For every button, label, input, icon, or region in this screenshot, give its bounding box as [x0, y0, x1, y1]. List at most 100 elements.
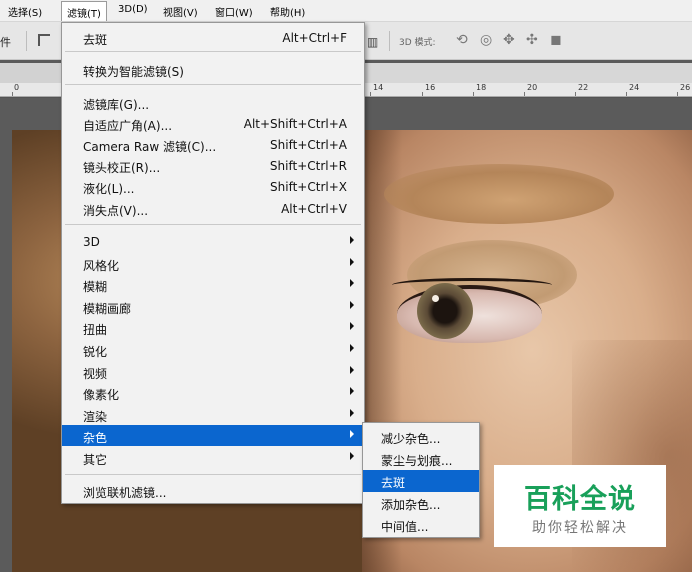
menu-item-shortcut: Alt+Ctrl+F: [282, 31, 347, 45]
menu-item-label: Camera Raw 滤镜(C)...: [83, 140, 217, 154]
submenu-item-label: 去斑: [381, 476, 406, 490]
menu-item-shortcut: Alt+Shift+Ctrl+A: [243, 117, 347, 131]
menu-item-label: 渲染: [83, 410, 108, 424]
ruler-tick: [370, 92, 371, 96]
eyelashes: [392, 278, 552, 292]
menu-item-adaptive-wide-angle[interactable]: 自适应广角(A)... Alt+Shift+Ctrl+A: [62, 113, 364, 134]
menu-item-vanishing-point[interactable]: 消失点(V)... Alt+Ctrl+V: [62, 198, 364, 219]
menu-item-last-filter[interactable]: 去斑 Alt+Ctrl+F: [62, 27, 364, 48]
menu-item-label: 消失点(V)...: [83, 204, 149, 218]
menu-item-lens-correction[interactable]: 镜头校正(R)... Shift+Ctrl+R: [62, 155, 364, 176]
submenu-item-label: 减少杂色...: [381, 432, 441, 446]
menu-item-sharpen[interactable]: 锐化: [62, 339, 364, 360]
align-top-icon[interactable]: [38, 34, 50, 46]
submenu-arrow-icon: [350, 452, 354, 460]
menu-item-convert-smart-filter[interactable]: 转换为智能滤镜(S): [62, 59, 364, 80]
pan-icon[interactable]: ✥: [503, 32, 515, 48]
menu-item-label: 镜头校正(R)...: [83, 161, 161, 175]
menu-item-video[interactable]: 视频: [62, 361, 364, 382]
menu-item-shortcut: Shift+Ctrl+X: [270, 180, 347, 194]
menu-item-shortcut: Shift+Ctrl+R: [269, 159, 347, 173]
menu-item-label: 滤镜库(G)...: [83, 98, 150, 112]
menu-divider: [65, 51, 361, 52]
menu-item-stylize[interactable]: 风格化: [62, 253, 364, 274]
menu-item-distort[interactable]: 扭曲: [62, 317, 364, 338]
options-separator: [26, 31, 27, 51]
slide-icon[interactable]: ✣: [526, 32, 538, 48]
menu-filter[interactable]: 滤镜(T): [61, 1, 107, 21]
menu-bar: 选择(S) 滤镜(T) 3D(D) 视图(V) 窗口(W) 帮助(H): [0, 0, 692, 22]
menu-item-label: 3D: [83, 235, 100, 249]
menu-divider: [65, 224, 361, 225]
filter-menu: 去斑 Alt+Ctrl+F 转换为智能滤镜(S) 滤镜库(G)... 自适应广角…: [61, 22, 365, 504]
menu-select[interactable]: 选择(S): [8, 4, 42, 19]
menu-item-browse-online-filters[interactable]: 浏览联机滤镜...: [62, 480, 364, 501]
menu-item-label: 锐化: [83, 345, 108, 359]
ruler-tick: [677, 92, 678, 96]
menu-item-3d[interactable]: 3D: [62, 231, 364, 252]
ruler-number: 18: [476, 83, 487, 92]
noise-submenu: 减少杂色... 蒙尘与划痕... 去斑 添加杂色... 中间值...: [362, 422, 480, 538]
menu-item-label: 模糊: [83, 280, 108, 294]
menu-item-label: 像素化: [83, 388, 120, 402]
ruler-number: 14: [373, 83, 384, 92]
submenu-arrow-icon: [350, 301, 354, 309]
grid-icon[interactable]: ▥: [367, 35, 378, 49]
menu-divider: [65, 84, 361, 85]
eye-glint: [432, 295, 439, 302]
menu-3d[interactable]: 3D(D): [118, 4, 148, 15]
ruler-tick: [473, 92, 474, 96]
submenu-item-median[interactable]: 中间值...: [363, 514, 479, 536]
menu-item-label: 扭曲: [83, 323, 108, 337]
submenu-item-label: 中间值...: [381, 520, 429, 534]
submenu-arrow-icon: [350, 344, 354, 352]
eyebrow-area: [384, 164, 614, 224]
submenu-arrow-icon: [350, 366, 354, 374]
watermark-title: 百科全说: [524, 484, 636, 515]
submenu-arrow-icon: [350, 322, 354, 330]
menu-item-render[interactable]: 渲染: [62, 404, 364, 425]
menu-item-label: 杂色: [83, 431, 108, 445]
options-file-label: 件: [0, 36, 11, 49]
menu-item-filter-gallery[interactable]: 滤镜库(G)...: [62, 92, 364, 113]
menu-item-label: 风格化: [83, 259, 120, 273]
submenu-item-reduce-noise[interactable]: 减少杂色...: [363, 426, 479, 448]
ruler-tick: [422, 92, 423, 96]
menu-item-shortcut: Alt+Ctrl+V: [281, 202, 347, 216]
document-tab-area: [368, 63, 692, 83]
ruler-number: 26: [680, 83, 691, 92]
roll-icon[interactable]: ◎: [480, 32, 492, 48]
menu-item-blur-gallery[interactable]: 模糊画廊: [62, 296, 364, 317]
submenu-item-label: 蒙尘与划痕...: [381, 454, 453, 468]
menu-item-label: 去斑: [83, 33, 108, 47]
menu-item-pixelate[interactable]: 像素化: [62, 382, 364, 403]
ruler-number: 20: [527, 83, 538, 92]
camera-icon[interactable]: ◼: [550, 32, 562, 48]
menu-item-label: 其它: [83, 453, 108, 467]
menu-view[interactable]: 视图(V): [163, 4, 198, 19]
submenu-arrow-icon: [350, 236, 354, 244]
submenu-item-despeckle[interactable]: 去斑: [363, 470, 479, 492]
ruler-number: 0: [14, 83, 20, 92]
submenu-arrow-icon: [350, 387, 354, 395]
menu-item-label: 自适应广角(A)...: [83, 119, 173, 133]
menu-item-blur[interactable]: 模糊: [62, 274, 364, 295]
menu-item-label: 视频: [83, 367, 108, 381]
submenu-arrow-icon: [350, 279, 354, 287]
menu-item-other[interactable]: 其它: [62, 447, 364, 468]
ruler-number: 16: [425, 83, 436, 92]
ruler-tick: [575, 92, 576, 96]
3d-mode-label: 3D 模式:: [399, 38, 436, 48]
eye-iris: [417, 283, 473, 339]
menu-help[interactable]: 帮助(H): [270, 4, 305, 19]
menu-item-liquify[interactable]: 液化(L)... Shift+Ctrl+X: [62, 176, 364, 197]
menu-item-noise[interactable]: 杂色: [62, 425, 364, 446]
ruler-tick: [626, 92, 627, 96]
orbit-icon[interactable]: ⟲: [456, 32, 468, 48]
menu-divider: [65, 474, 361, 475]
menu-window[interactable]: 窗口(W): [215, 4, 253, 19]
submenu-item-add-noise[interactable]: 添加杂色...: [363, 492, 479, 514]
submenu-item-dust-scratches[interactable]: 蒙尘与划痕...: [363, 448, 479, 470]
menu-item-label: 模糊画廊: [83, 302, 132, 316]
menu-item-camera-raw[interactable]: Camera Raw 滤镜(C)... Shift+Ctrl+A: [62, 134, 364, 155]
